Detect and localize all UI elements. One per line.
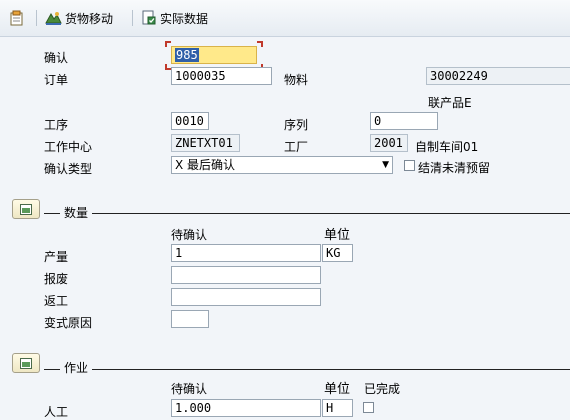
labor-unit-field[interactable]: H — [322, 399, 353, 417]
order-field[interactable]: 1000035 — [171, 67, 272, 85]
coproduct-text: 联产品E — [428, 96, 472, 110]
rework-field[interactable] — [171, 288, 321, 306]
rework-label: 返工 — [44, 294, 69, 308]
activity-unit-header: 单位 — [324, 382, 351, 397]
plant-field[interactable]: 2001 — [370, 134, 408, 152]
variance-reason-field[interactable] — [171, 310, 209, 328]
overview-button[interactable] — [8, 8, 26, 28]
sequence-label: 序列 — [284, 118, 309, 132]
work-center-label: 工作中心 — [44, 140, 93, 154]
section-rule — [92, 213, 570, 214]
yield-field[interactable]: 1 — [171, 244, 321, 262]
quantity-unit-header: 单位 — [324, 228, 351, 243]
quantity-to-confirm-header: 待确认 — [171, 228, 208, 242]
toolbar-separator — [132, 10, 133, 26]
labor-label: 人工 — [44, 405, 69, 419]
application-toolbar: 货物移动 实际数据 — [0, 0, 570, 37]
labor-field[interactable]: 1.000 — [171, 399, 321, 417]
sequence-field[interactable]: 0 — [370, 112, 438, 130]
confirmation-type-value: X 最后确认 — [175, 158, 236, 172]
confirmation-type-label: 确认类型 — [44, 162, 93, 176]
actual-data-label: 实际数据 — [160, 11, 209, 26]
section-rule — [92, 369, 570, 370]
activity-to-confirm-header: 待确认 — [171, 382, 208, 396]
document-overview-icon — [10, 10, 23, 26]
activity-section-toggle-button[interactable] — [12, 353, 40, 373]
actual-data-icon — [142, 10, 156, 25]
clear-reservation-checkbox[interactable] — [404, 160, 415, 171]
material-field[interactable]: 30002249 — [426, 67, 570, 85]
yield-unit-field[interactable]: KG — [322, 244, 353, 262]
clear-reservation-label: 结清未清预留 — [418, 161, 491, 175]
goods-movement-icon — [45, 12, 62, 25]
quantity-section-title: 数量 — [64, 206, 89, 220]
labor-completed-checkbox[interactable] — [363, 402, 374, 413]
chevron-down-icon[interactable]: ▼ — [382, 157, 389, 173]
work-center-field[interactable]: ZNETXT01 — [171, 134, 240, 152]
plant-label: 工厂 — [284, 140, 309, 154]
material-label: 物料 — [284, 73, 309, 87]
operation-field[interactable]: 0010 — [171, 112, 209, 130]
variance-reason-label: 变式原因 — [44, 316, 93, 330]
section-rule — [44, 369, 60, 370]
yield-label: 产量 — [44, 250, 69, 264]
confirmation-type-dropdown[interactable]: X 最后确认 ▼ — [171, 156, 393, 174]
confirm-label: 确认 — [44, 51, 69, 65]
activity-section-title: 作业 — [64, 361, 89, 375]
scrap-label: 报废 — [44, 272, 69, 286]
section-detail-icon — [20, 203, 32, 215]
scrap-field[interactable] — [171, 266, 321, 284]
actual-data-button[interactable]: 实际数据 — [141, 8, 208, 28]
quantity-section-toggle-button[interactable] — [12, 199, 40, 219]
completed-header: 已完成 — [364, 382, 401, 396]
section-rule — [44, 213, 60, 214]
toolbar-separator — [36, 10, 37, 26]
section-detail-icon — [20, 357, 32, 369]
goods-movement-button[interactable]: 货物移动 — [45, 8, 113, 28]
order-label: 订单 — [44, 73, 69, 87]
goods-movement-label: 货物移动 — [65, 11, 114, 26]
plant-description: 自制车间01 — [415, 140, 479, 154]
operation-label: 工序 — [44, 118, 69, 132]
